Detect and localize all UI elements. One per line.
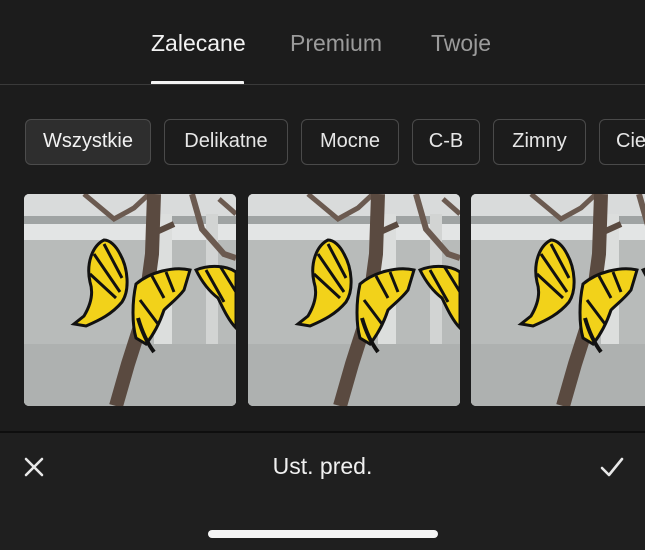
tabs-divider	[0, 84, 645, 85]
tab-twoje[interactable]: Twoje	[431, 28, 491, 58]
preset-thumbnails	[0, 194, 645, 406]
bottom-bar: Ust. pred.	[0, 433, 645, 550]
preset-thumbnail[interactable]	[471, 194, 645, 406]
butterfly-photo-thumbnail	[24, 194, 236, 406]
filter-chip-mocne[interactable]: Mocne	[301, 119, 399, 165]
preset-thumbnail[interactable]	[248, 194, 460, 406]
preset-tabs: Zalecane Premium Twoje	[0, 0, 645, 85]
butterfly-photo-thumbnail	[471, 194, 645, 406]
preset-thumbnail[interactable]	[24, 194, 236, 406]
filter-chip-c-b[interactable]: C-B	[412, 119, 480, 165]
bottom-bar-title: Ust. pred.	[272, 453, 373, 479]
confirm-button[interactable]	[596, 451, 628, 483]
preset-picker-screen: Zalecane Premium Twoje Wszystkie Delikat…	[0, 0, 645, 550]
filter-chip-zimny[interactable]: Zimny	[493, 119, 586, 165]
filter-chip-wszystkie[interactable]: Wszystkie	[25, 119, 151, 165]
filter-chip-delikatne[interactable]: Delikatne	[164, 119, 288, 165]
filter-chip-cie[interactable]: Cie	[599, 119, 645, 165]
butterfly-photo-thumbnail	[248, 194, 460, 406]
home-indicator[interactable]	[208, 530, 438, 538]
tab-zalecane[interactable]: Zalecane	[151, 28, 246, 58]
tab-premium[interactable]: Premium	[290, 28, 382, 58]
filter-chip-row: Wszystkie Delikatne Mocne C-B Zimny Cie	[0, 119, 645, 167]
checkmark-icon	[600, 457, 624, 477]
